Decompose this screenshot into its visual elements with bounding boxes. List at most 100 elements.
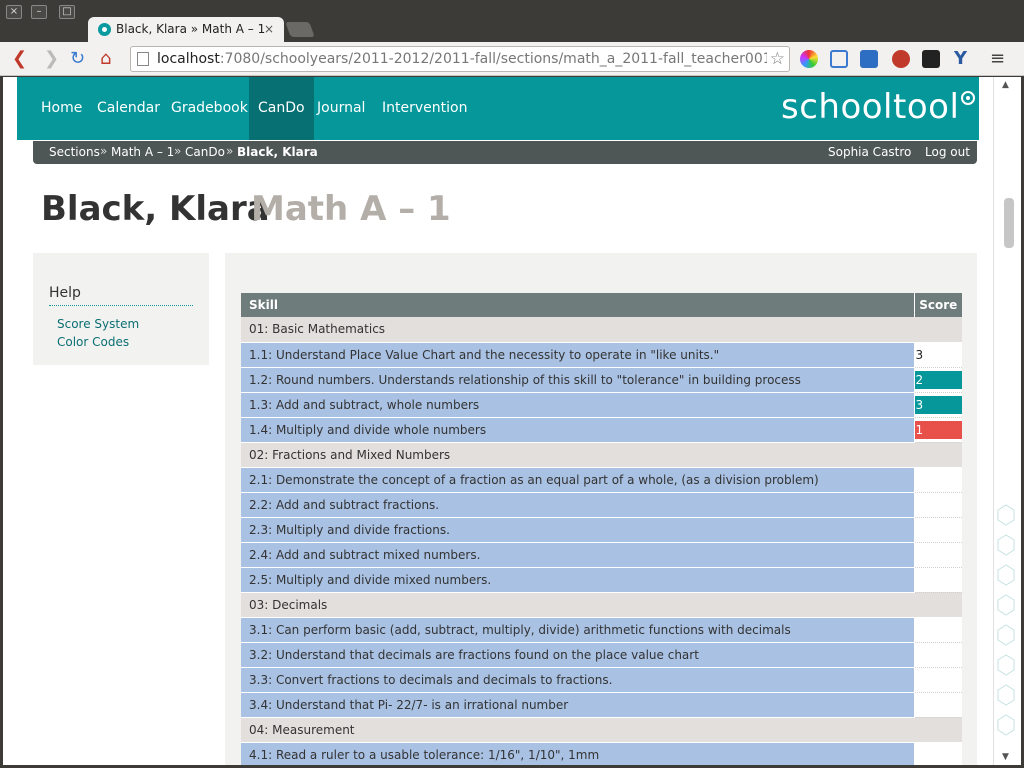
- skill-group-label: 03: Decimals: [241, 592, 962, 618]
- skill-label: 2.4: Add and subtract mixed numbers.: [241, 542, 914, 568]
- section-name-title: Math A – 1: [251, 189, 451, 229]
- address-bar[interactable]: localhost:7080/schoolyears/2011-2012/201…: [130, 46, 790, 72]
- skill-group-row: 03: Decimals: [241, 592, 962, 618]
- skill-score-cell[interactable]: [913, 517, 963, 543]
- url-text[interactable]: localhost:7080/schoolyears/2011-2012/201…: [157, 51, 767, 67]
- hexagon-pattern-decoration: [997, 504, 1015, 736]
- window-minimize-button[interactable]: –: [31, 5, 47, 19]
- page-icon: [137, 52, 149, 66]
- skill-label: 1.4: Multiply and divide whole numbers: [241, 417, 914, 443]
- breadcrumb-separator: »: [174, 144, 182, 158]
- current-user-link[interactable]: Sophia Castro: [828, 145, 911, 159]
- skill-row: 2.5: Multiply and divide mixed numbers.: [241, 567, 963, 593]
- window-close-button[interactable]: ×: [6, 5, 22, 19]
- scroll-down-icon[interactable]: ▼: [1002, 752, 1009, 762]
- puzzle-extension-icon[interactable]: [860, 50, 878, 68]
- skill-column-header[interactable]: Skill: [241, 293, 914, 317]
- skill-score-value: 3: [915, 347, 924, 362]
- nav-intervention[interactable]: Intervention: [373, 77, 476, 140]
- menu-icon[interactable]: ≡: [990, 48, 1005, 70]
- bookmark-star-icon[interactable]: ☆: [770, 49, 785, 69]
- color-picker-extension-icon[interactable]: [800, 50, 818, 68]
- skill-score-cell[interactable]: [913, 467, 962, 493]
- skill-row: 3.1: Can perform basic (add, subtract, m…: [241, 617, 962, 643]
- breadcrumb-sections[interactable]: Sections: [49, 145, 100, 159]
- breadcrumb-cando[interactable]: CanDo: [185, 145, 225, 159]
- main-navbar: Home Calendar Gradebook CanDo Journal In…: [17, 77, 979, 140]
- skill-label: 4.1: Read a ruler to a usable tolerance:…: [241, 742, 914, 765]
- skill-group-label: 01: Basic Mathematics: [241, 317, 962, 343]
- score-system-link[interactable]: Score System: [57, 317, 139, 331]
- tab-close-icon[interactable]: ×: [264, 22, 274, 36]
- skill-score-value: 1: [914, 420, 962, 439]
- skill-score-cell[interactable]: 3: [913, 392, 962, 418]
- skill-score-cell[interactable]: [913, 742, 962, 765]
- skill-score-value: [915, 496, 963, 514]
- skill-score-value: [915, 546, 963, 564]
- stop-extension-icon[interactable]: [892, 50, 910, 68]
- new-tab-button[interactable]: [285, 22, 315, 37]
- page-viewport: Home Calendar Gradebook CanDo Journal In…: [3, 77, 993, 765]
- color-codes-link[interactable]: Color Codes: [57, 335, 129, 349]
- skill-score-cell[interactable]: 3: [913, 342, 962, 368]
- skill-row: 3.4: Understand that Pi- 22/7- is an irr…: [241, 692, 963, 718]
- skill-label: 3.2: Understand that decimals are fracti…: [241, 642, 914, 668]
- help-divider: [49, 305, 193, 306]
- skill-group-label: 02: Fractions and Mixed Numbers: [241, 442, 962, 468]
- skill-score-cell[interactable]: [913, 692, 963, 718]
- skill-score-cell[interactable]: [913, 642, 962, 668]
- browser-tab[interactable]: Black, Klara » Math A – 1 ×: [88, 17, 284, 43]
- skill-row: 1.1: Understand Place Value Chart and th…: [241, 342, 962, 368]
- skill-score-cell[interactable]: 2: [913, 367, 962, 393]
- scrollbar-thumb[interactable]: [1004, 198, 1014, 248]
- home-icon[interactable]: ⌂: [100, 48, 111, 70]
- breadcrumb-section[interactable]: Math A – 1: [111, 145, 174, 159]
- schooltool-logo[interactable]: schooltool: [781, 87, 959, 127]
- help-sidebar: Help Score System Color Codes: [33, 253, 209, 365]
- help-extension-icon[interactable]: [922, 50, 940, 68]
- window-maximize-button[interactable]: □: [59, 5, 75, 19]
- back-icon[interactable]: ❮: [12, 48, 27, 70]
- scroll-up-icon[interactable]: ▲: [1002, 80, 1009, 90]
- score-column-header[interactable]: Score: [913, 293, 962, 317]
- nav-home[interactable]: Home: [32, 77, 91, 140]
- logout-link[interactable]: Log out: [925, 145, 970, 159]
- breadcrumb-separator: »: [226, 144, 234, 158]
- skill-score-value: [915, 571, 963, 589]
- nav-journal[interactable]: Journal: [308, 77, 374, 140]
- skill-score-value: [915, 521, 963, 539]
- skill-score-cell[interactable]: 1: [913, 417, 962, 443]
- skills-table-body: 01: Basic Mathematics 1.1: Understand Pla…: [241, 317, 962, 765]
- nav-cando[interactable]: CanDo: [249, 77, 314, 140]
- skill-label: 1.2: Round numbers. Understands relation…: [241, 367, 914, 393]
- skill-score-cell[interactable]: [913, 567, 963, 593]
- skill-score-value: [915, 696, 963, 714]
- nav-calendar[interactable]: Calendar: [88, 77, 169, 140]
- skill-label: 1.3: Add and subtract, whole numbers: [241, 392, 914, 418]
- table-header-row: Skill Score: [241, 293, 962, 317]
- skill-row: 3.3: Convert fractions to decimals and d…: [241, 667, 962, 693]
- skill-label: 3.1: Can perform basic (add, subtract, m…: [241, 617, 914, 643]
- skill-label: 2.2: Add and subtract fractions.: [241, 492, 914, 518]
- skill-score-cell[interactable]: [913, 542, 963, 568]
- skills-table: Skill Score 01: Basic Mathematics 1.1: Un…: [241, 293, 962, 765]
- forward-icon[interactable]: ❯: [44, 48, 59, 70]
- screenshot-extension-icon[interactable]: [830, 50, 848, 68]
- tab-title: Black, Klara » Math A – 1: [116, 22, 266, 36]
- skill-row: 4.1: Read a ruler to a usable tolerance:…: [241, 742, 962, 765]
- skill-row: 1.3: Add and subtract, whole numbers 3: [241, 392, 962, 418]
- schooltool-favicon-icon: [98, 23, 111, 36]
- y-extension-icon[interactable]: Y: [954, 50, 972, 68]
- skill-row: 1.2: Round numbers. Understands relation…: [241, 367, 962, 393]
- browser-toolbar: ❮ ❯ ↻ ⌂ localhost:7080/schoolyears/2011-…: [0, 42, 1024, 76]
- skill-row: 3.2: Understand that decimals are fracti…: [241, 642, 962, 668]
- skill-score-cell[interactable]: [913, 617, 962, 643]
- student-name-title: Black, Klara: [41, 189, 270, 229]
- skill-score-cell[interactable]: [913, 667, 962, 693]
- skill-label: 1.1: Understand Place Value Chart and th…: [241, 342, 914, 368]
- nav-gradebook[interactable]: Gradebook: [162, 77, 257, 140]
- window-titlebar: × – □ Black, Klara » Math A – 1 ×: [0, 0, 1024, 43]
- skill-label: 2.5: Multiply and divide mixed numbers.: [241, 567, 914, 593]
- skill-score-cell[interactable]: [913, 492, 963, 518]
- reload-icon[interactable]: ↻: [70, 48, 85, 70]
